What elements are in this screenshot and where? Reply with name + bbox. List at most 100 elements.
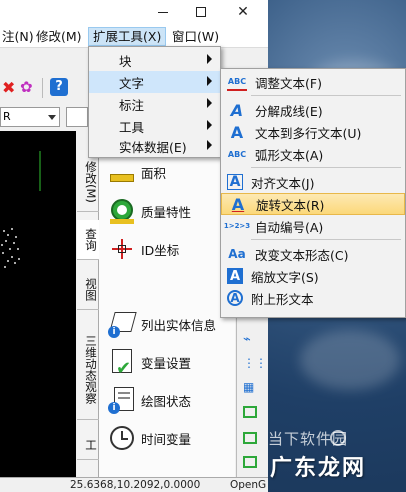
- menu-item-label: 块: [119, 53, 132, 69]
- palette-item-id-point[interactable]: ID坐标: [108, 235, 179, 263]
- list-info-icon: i: [108, 310, 137, 338]
- palette-item-list[interactable]: i 列出实体信息: [108, 310, 216, 338]
- palette-item-time[interactable]: 时间变量: [108, 424, 191, 452]
- palette-item-label: 绘图状态: [141, 393, 192, 409]
- menu-item-align-text[interactable]: A 对齐文本(J): [221, 171, 405, 193]
- close-button[interactable]: ✕: [226, 0, 260, 24]
- maximize-button[interactable]: [184, 0, 218, 24]
- adjust-text-icon: ABC: [227, 73, 247, 91]
- status-bar: 25.6368,10.2092,0.0000 OpenG: [0, 477, 268, 492]
- area-icon: [108, 158, 136, 186]
- menu-item-text-to-mtext[interactable]: A 文本到多行文本(U): [221, 121, 405, 143]
- explode-text-icon: A: [230, 100, 244, 120]
- menu-item-label: 自动编号(A): [255, 219, 324, 235]
- tool-icon[interactable]: [243, 406, 257, 418]
- delete-icon[interactable]: ✖: [2, 78, 15, 97]
- palette-item-area[interactable]: 面积: [108, 158, 166, 186]
- tool-palette-tabs: 修改(M) 查询 视图 三维动态观察 工: [77, 150, 99, 477]
- menu-bar: 注(N) 修改(M) 扩展工具(X) 窗口(W): [0, 24, 268, 48]
- layer-dropdown[interactable]: R: [0, 107, 60, 127]
- menu-item-label: 文本到多行文本(U): [255, 125, 362, 141]
- chevron-down-icon: [48, 115, 56, 120]
- submenu-arrow-icon: [207, 98, 212, 108]
- text-submenu: ABC 调整文本(F) A 分解成线(E) A 文本到多行文本(U) ABC 弧…: [220, 68, 406, 318]
- attach-text-icon: A: [227, 290, 243, 306]
- menu-item-label: 实体数据(E): [119, 139, 187, 155]
- purge-icon[interactable]: ✿: [20, 78, 33, 96]
- tab-3d-orbit[interactable]: 三维动态观察: [77, 320, 99, 420]
- menu-item-auto-number[interactable]: 1>2>3 自动编号(A): [221, 215, 405, 237]
- palette-item-label: 列出实体信息: [141, 317, 217, 333]
- menu-item-label: 对齐文本(J): [251, 175, 315, 191]
- palette-item-label: 时间变量: [141, 431, 192, 447]
- menu-item-change-case[interactable]: Aa 改变文本形态(C): [221, 243, 405, 265]
- menu-item-adjust-text[interactable]: ABC 调整文本(F): [221, 71, 405, 93]
- tool-icon[interactable]: ▦: [243, 380, 254, 394]
- tab-tools[interactable]: 工: [77, 430, 99, 460]
- tab-modify[interactable]: 修改(M): [77, 152, 99, 212]
- menu-item-entity-data[interactable]: 实体数据(E): [89, 135, 220, 157]
- menu-item-attach-text[interactable]: A 附上形文本: [221, 287, 405, 309]
- clock-icon: [108, 424, 136, 452]
- tab-view[interactable]: 视图: [77, 270, 99, 310]
- drawing-canvas[interactable]: [0, 131, 76, 477]
- menu-item-explode-text[interactable]: A 分解成线(E): [221, 99, 405, 121]
- menu-item-tools[interactable]: 工具: [89, 115, 220, 137]
- tool-icon[interactable]: ⋮⋮: [243, 356, 267, 370]
- menu-item-label: 旋转文本(R): [256, 197, 325, 213]
- menu-window[interactable]: 窗口(W): [168, 27, 223, 46]
- auto-number-icon: 1>2>3: [223, 222, 251, 230]
- menu-extension-tools[interactable]: 扩展工具(X): [88, 27, 167, 46]
- rotate-text-icon: A: [231, 194, 245, 214]
- tool-icon[interactable]: [243, 456, 257, 468]
- menu-item-label: 工具: [119, 119, 145, 135]
- menu-item-rotate-text[interactable]: A 旋转文本(R): [221, 193, 405, 215]
- menu-item-label: 调整文本(F): [255, 75, 322, 91]
- menu-separator: [251, 239, 401, 240]
- menu-item-scale-text[interactable]: A 缩放文字(S): [221, 265, 405, 287]
- menu-separator: [251, 167, 401, 168]
- text-to-mtext-icon: A: [230, 122, 244, 142]
- extension-tools-menu: 块 文字 标注 工具 实体数据(E): [88, 46, 221, 158]
- menu-item-text[interactable]: 文字: [89, 71, 220, 93]
- submenu-arrow-icon: [207, 140, 212, 150]
- palette-item-status[interactable]: i 绘图状态: [108, 386, 191, 414]
- scale-text-icon: A: [227, 268, 243, 284]
- help-icon[interactable]: ?: [50, 78, 68, 96]
- menu-item-dimension[interactable]: 标注: [89, 93, 220, 115]
- menu-item-label: 文字: [119, 75, 145, 91]
- layer-dropdown-value: R: [3, 110, 11, 123]
- menu-item-label: 改变文本形态(C): [255, 247, 349, 263]
- coordinates-readout: 25.6368,10.2092,0.0000: [70, 479, 201, 491]
- arc-text-icon: ABC: [227, 149, 247, 159]
- minimize-button[interactable]: [146, 0, 180, 24]
- palette-item-setvar[interactable]: ✔ 变量设置: [108, 348, 192, 379]
- watermark-line2: 广东龙网: [270, 456, 367, 481]
- maximize-icon: [196, 7, 206, 17]
- tab-query[interactable]: 查询: [77, 220, 99, 260]
- menu-item-arc-text[interactable]: ABC 弧形文本(A): [221, 143, 405, 165]
- status-mode[interactable]: OpenG: [230, 478, 266, 492]
- palette-item-label: 变量设置: [141, 355, 192, 371]
- status-icon: i: [108, 386, 136, 414]
- align-text-icon: A: [227, 174, 243, 190]
- palette-item-label: 面积: [141, 165, 167, 181]
- close-icon: ✕: [237, 4, 249, 20]
- palette-item-label: 质量特性: [141, 204, 192, 220]
- menu-modify[interactable]: 修改(M): [32, 27, 86, 46]
- tool-icon[interactable]: ⌁: [243, 332, 251, 347]
- palette-item-label: ID坐标: [141, 242, 180, 258]
- canvas-drawing: [1, 151, 41, 268]
- menu-item-label: 分解成线(E): [255, 103, 323, 119]
- change-case-icon: Aa: [228, 247, 246, 261]
- submenu-arrow-icon: [207, 54, 212, 64]
- menu-item-block[interactable]: 块: [89, 49, 220, 71]
- id-point-icon: [108, 235, 136, 263]
- tool-icon[interactable]: [243, 432, 257, 444]
- palette-item-mass-properties[interactable]: 质量特性: [108, 197, 191, 225]
- menu-item-label: 缩放文字(S): [251, 269, 319, 285]
- layer-dropdown-2[interactable]: [66, 107, 88, 127]
- minimize-icon: [158, 11, 168, 13]
- title-bar: ✕: [0, 0, 268, 24]
- watermark: 当下软件园 广东龙网: [262, 428, 402, 488]
